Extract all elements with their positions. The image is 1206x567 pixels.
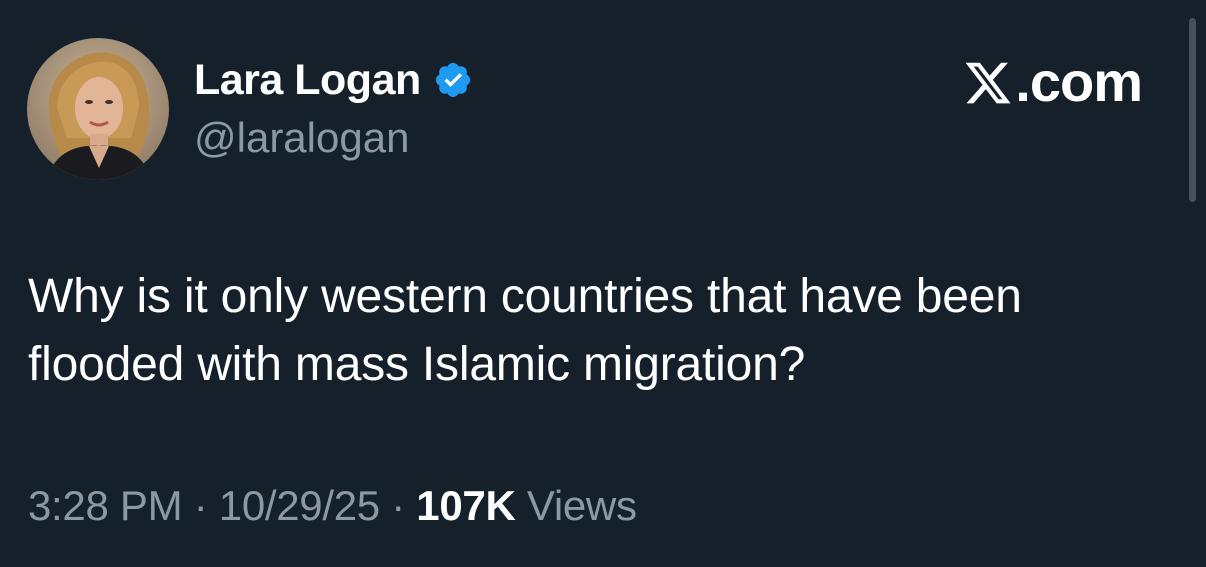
views-count: 107K: [416, 482, 516, 529]
tweet-text: Why is it only western countries that ha…: [28, 270, 1022, 391]
tweet-card: Lara Logan @laralogan .com Why is it onl…: [0, 0, 1206, 567]
tweet-time[interactable]: 3:28 PM: [28, 482, 183, 529]
avatar[interactable]: [27, 38, 169, 180]
tweet-meta: 3:28 PM · 10/29/25 · 107K Views: [28, 482, 637, 530]
author-handle[interactable]: @laralogan: [194, 114, 409, 162]
scrollbar[interactable]: [1189, 18, 1196, 202]
author-name-row: Lara Logan: [194, 54, 473, 106]
x-logo-icon: [963, 56, 1013, 106]
profile-photo: [27, 38, 169, 180]
verified-badge-icon: [433, 60, 473, 100]
author-display-name[interactable]: Lara Logan: [194, 56, 421, 105]
meta-separator: ·: [391, 482, 405, 529]
meta-separator: ·: [193, 482, 208, 529]
tweet-date[interactable]: 10/29/25: [219, 482, 380, 529]
brand-watermark: .com: [963, 50, 1143, 113]
brand-domain: .com: [1015, 49, 1143, 113]
views-label: Views: [526, 482, 637, 529]
